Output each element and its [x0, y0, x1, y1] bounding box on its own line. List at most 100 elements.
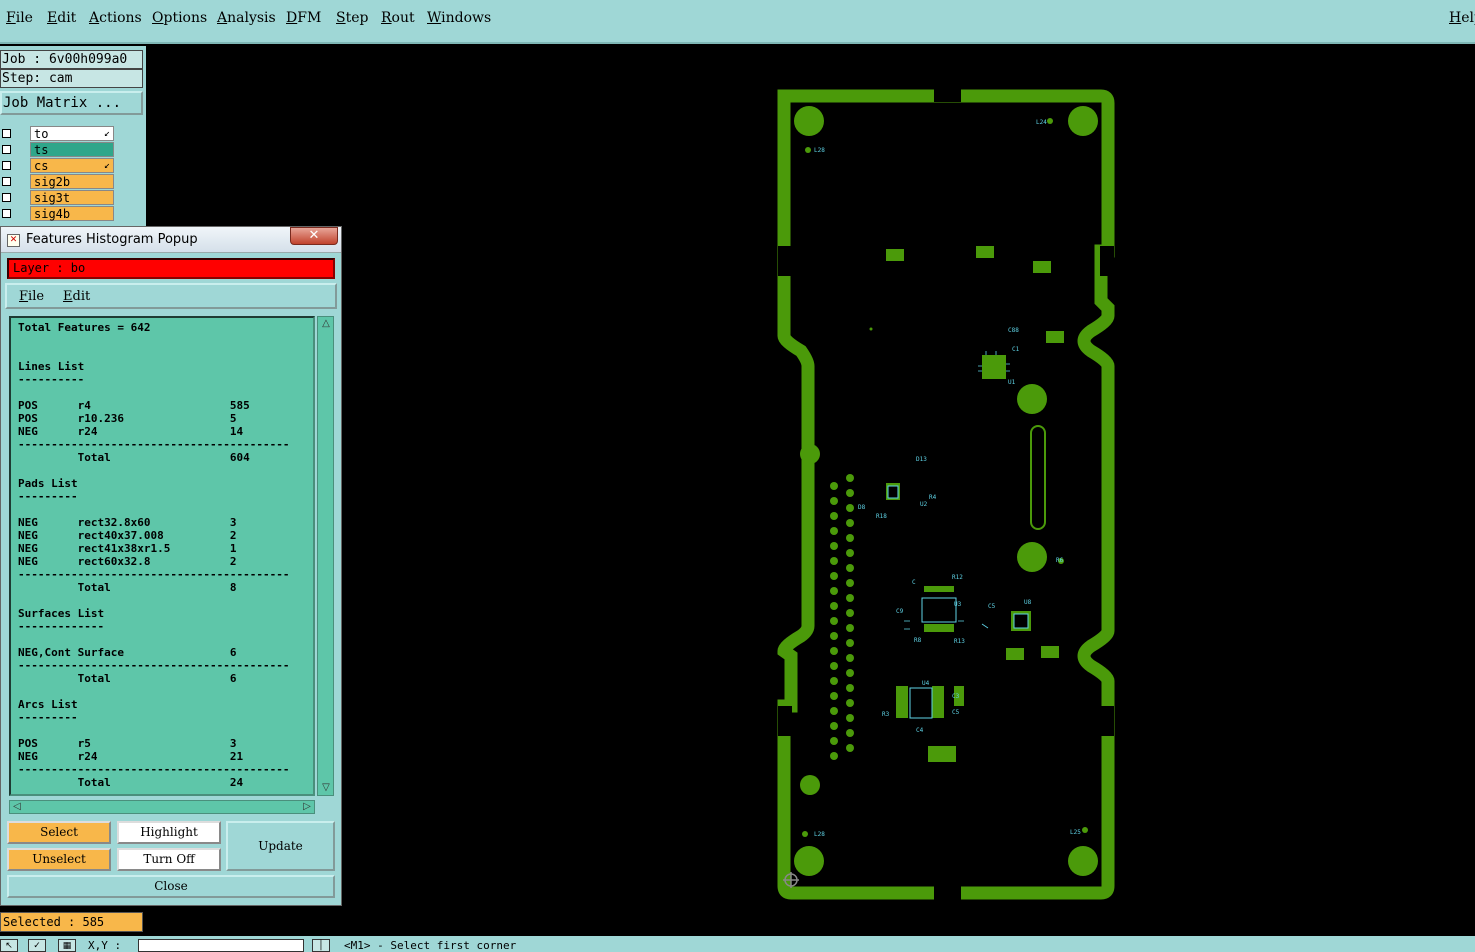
header-pin	[830, 482, 838, 490]
header-pin	[846, 564, 854, 572]
layer-checkbox[interactable]	[2, 177, 11, 186]
connector-slot	[1030, 425, 1046, 530]
header-pin	[846, 714, 854, 722]
grid-icon[interactable]: ▦	[58, 939, 76, 952]
job-matrix-button[interactable]: Job Matrix ...	[0, 91, 143, 115]
fine-traces	[904, 351, 1010, 630]
layer-name[interactable]: sig2b	[30, 174, 114, 189]
app-icon: ✕	[7, 234, 20, 247]
pointer-icon[interactable]: ↖	[0, 939, 18, 952]
header-pin	[846, 639, 854, 647]
select-button[interactable]: Select	[7, 821, 111, 844]
layer-name[interactable]: to ↙	[30, 126, 114, 141]
report-text: Total Features = 642 Lines List --------…	[18, 321, 290, 789]
scroll-down-icon[interactable]: ▽	[320, 782, 332, 794]
svg-text:L28: L28	[814, 831, 825, 838]
ic-footprints	[886, 355, 1031, 718]
pcb-canvas[interactable]: L28 L24 C88 C1 U1 D13 U2 R18 R4 D8 R6 R1…	[146, 46, 1475, 936]
layer-row-sig4b[interactable]: sig4b	[0, 206, 116, 221]
menu-rout[interactable]: Rout	[381, 10, 415, 26]
menu-actions[interactable]: Actions	[89, 10, 142, 26]
menu-edit[interactable]: Edit	[47, 10, 76, 26]
scroll-right-icon[interactable]: ▷	[301, 801, 313, 813]
layer-row-to[interactable]: to ↙	[0, 126, 116, 141]
scroll-left-icon[interactable]: ◁	[11, 801, 23, 813]
scroll-up-icon[interactable]: △	[320, 318, 332, 330]
header-pin	[846, 549, 854, 557]
layer-row-sig3t[interactable]: sig3t	[0, 190, 116, 205]
toggle-icon[interactable]: │	[312, 939, 330, 952]
unselect-button[interactable]: Unselect	[7, 848, 111, 871]
header-pin	[830, 512, 838, 520]
menu-dfm[interactable]: DFM	[286, 10, 321, 26]
header-pin	[830, 752, 838, 760]
histogram-report[interactable]: Total Features = 642 Lines List --------…	[9, 316, 315, 796]
header-pin	[846, 669, 854, 677]
menu-step[interactable]: Step	[336, 10, 368, 26]
close-icon: ✕	[308, 228, 320, 243]
header-pin	[830, 497, 838, 505]
header-pin	[846, 699, 854, 707]
horizontal-scrollbar[interactable]: ◁ ▷	[9, 800, 315, 814]
popup-menu-bar: File Edit	[5, 283, 337, 309]
close-button[interactable]: Close	[7, 875, 335, 898]
layer-checkbox[interactable]	[2, 161, 11, 170]
header-pin	[830, 557, 838, 565]
turn-off-button[interactable]: Turn Off	[117, 848, 221, 871]
svg-text:C88: C88	[1008, 327, 1019, 334]
affected-layer-icon: ↙	[103, 128, 110, 139]
popup-menu-file[interactable]: File	[19, 289, 44, 304]
header-pin	[830, 677, 838, 685]
header-pin	[830, 602, 838, 610]
header-pin	[830, 617, 838, 625]
layer-row-ts[interactable]: ts	[0, 142, 116, 157]
layer-checkbox[interactable]	[2, 193, 11, 202]
check-icon[interactable]: ✓	[28, 939, 46, 952]
layer-checkbox[interactable]	[2, 145, 11, 154]
svg-text:R6: R6	[1056, 557, 1064, 564]
layer-row-cs[interactable]: cs ↙	[0, 158, 116, 173]
selected-count: Selected : 585	[0, 912, 143, 932]
svg-text:U4: U4	[922, 680, 930, 687]
menu-file[interactable]: File	[6, 10, 33, 26]
layer-name[interactable]: sig3t	[30, 190, 114, 205]
xy-label: X,Y :	[88, 939, 122, 952]
svg-text:D13: D13	[916, 456, 927, 463]
close-window-button[interactable]: ✕	[290, 227, 338, 245]
vertical-scrollbar[interactable]: △ ▽	[317, 316, 334, 796]
menu-windows[interactable]: Windows	[427, 10, 491, 26]
layer-name[interactable]: cs ↙	[30, 158, 114, 173]
menu-analysis[interactable]: Analysis	[217, 10, 276, 26]
svg-text:C5: C5	[988, 603, 996, 610]
svg-text:R8: R8	[914, 637, 922, 644]
layer-checkbox[interactable]	[2, 129, 11, 138]
svg-text:R18: R18	[876, 513, 887, 520]
job-panel: Job : 6v00h099a0 Step: cam Job Matrix ..…	[0, 46, 146, 226]
popup-title: Features Histogram Popup	[26, 232, 198, 247]
svg-text:R3: R3	[882, 711, 890, 718]
highlight-button[interactable]: Highlight	[117, 821, 221, 844]
header-pin	[846, 474, 854, 482]
header-pin	[830, 722, 838, 730]
header-pin	[846, 744, 854, 752]
svg-text:L24: L24	[1036, 119, 1047, 126]
svg-text:C9: C9	[896, 608, 904, 615]
layer-checkbox[interactable]	[2, 209, 11, 218]
header-pin	[830, 662, 838, 670]
menu-help[interactable]: Help	[1449, 10, 1475, 26]
popup-title-bar[interactable]: ✕ Features Histogram Popup ✕	[1, 227, 341, 253]
menu-options[interactable]: Options	[152, 10, 207, 26]
affected-layer-icon: ↙	[103, 160, 110, 171]
features-histogram-popup: ✕ Features Histogram Popup ✕ Layer : bo …	[0, 226, 342, 906]
pin-header	[830, 474, 854, 760]
header-pin	[846, 534, 854, 542]
popup-menu-edit[interactable]: Edit	[63, 289, 90, 304]
layer-name[interactable]: ts	[30, 142, 114, 157]
update-button[interactable]: Update	[226, 821, 335, 871]
xy-input[interactable]	[138, 939, 304, 952]
svg-text:U2: U2	[920, 501, 928, 508]
svg-text:C5: C5	[952, 709, 960, 716]
layer-row-sig2b[interactable]: sig2b	[0, 174, 116, 189]
svg-text:U1: U1	[1008, 379, 1016, 386]
layer-name[interactable]: sig4b	[30, 206, 114, 221]
